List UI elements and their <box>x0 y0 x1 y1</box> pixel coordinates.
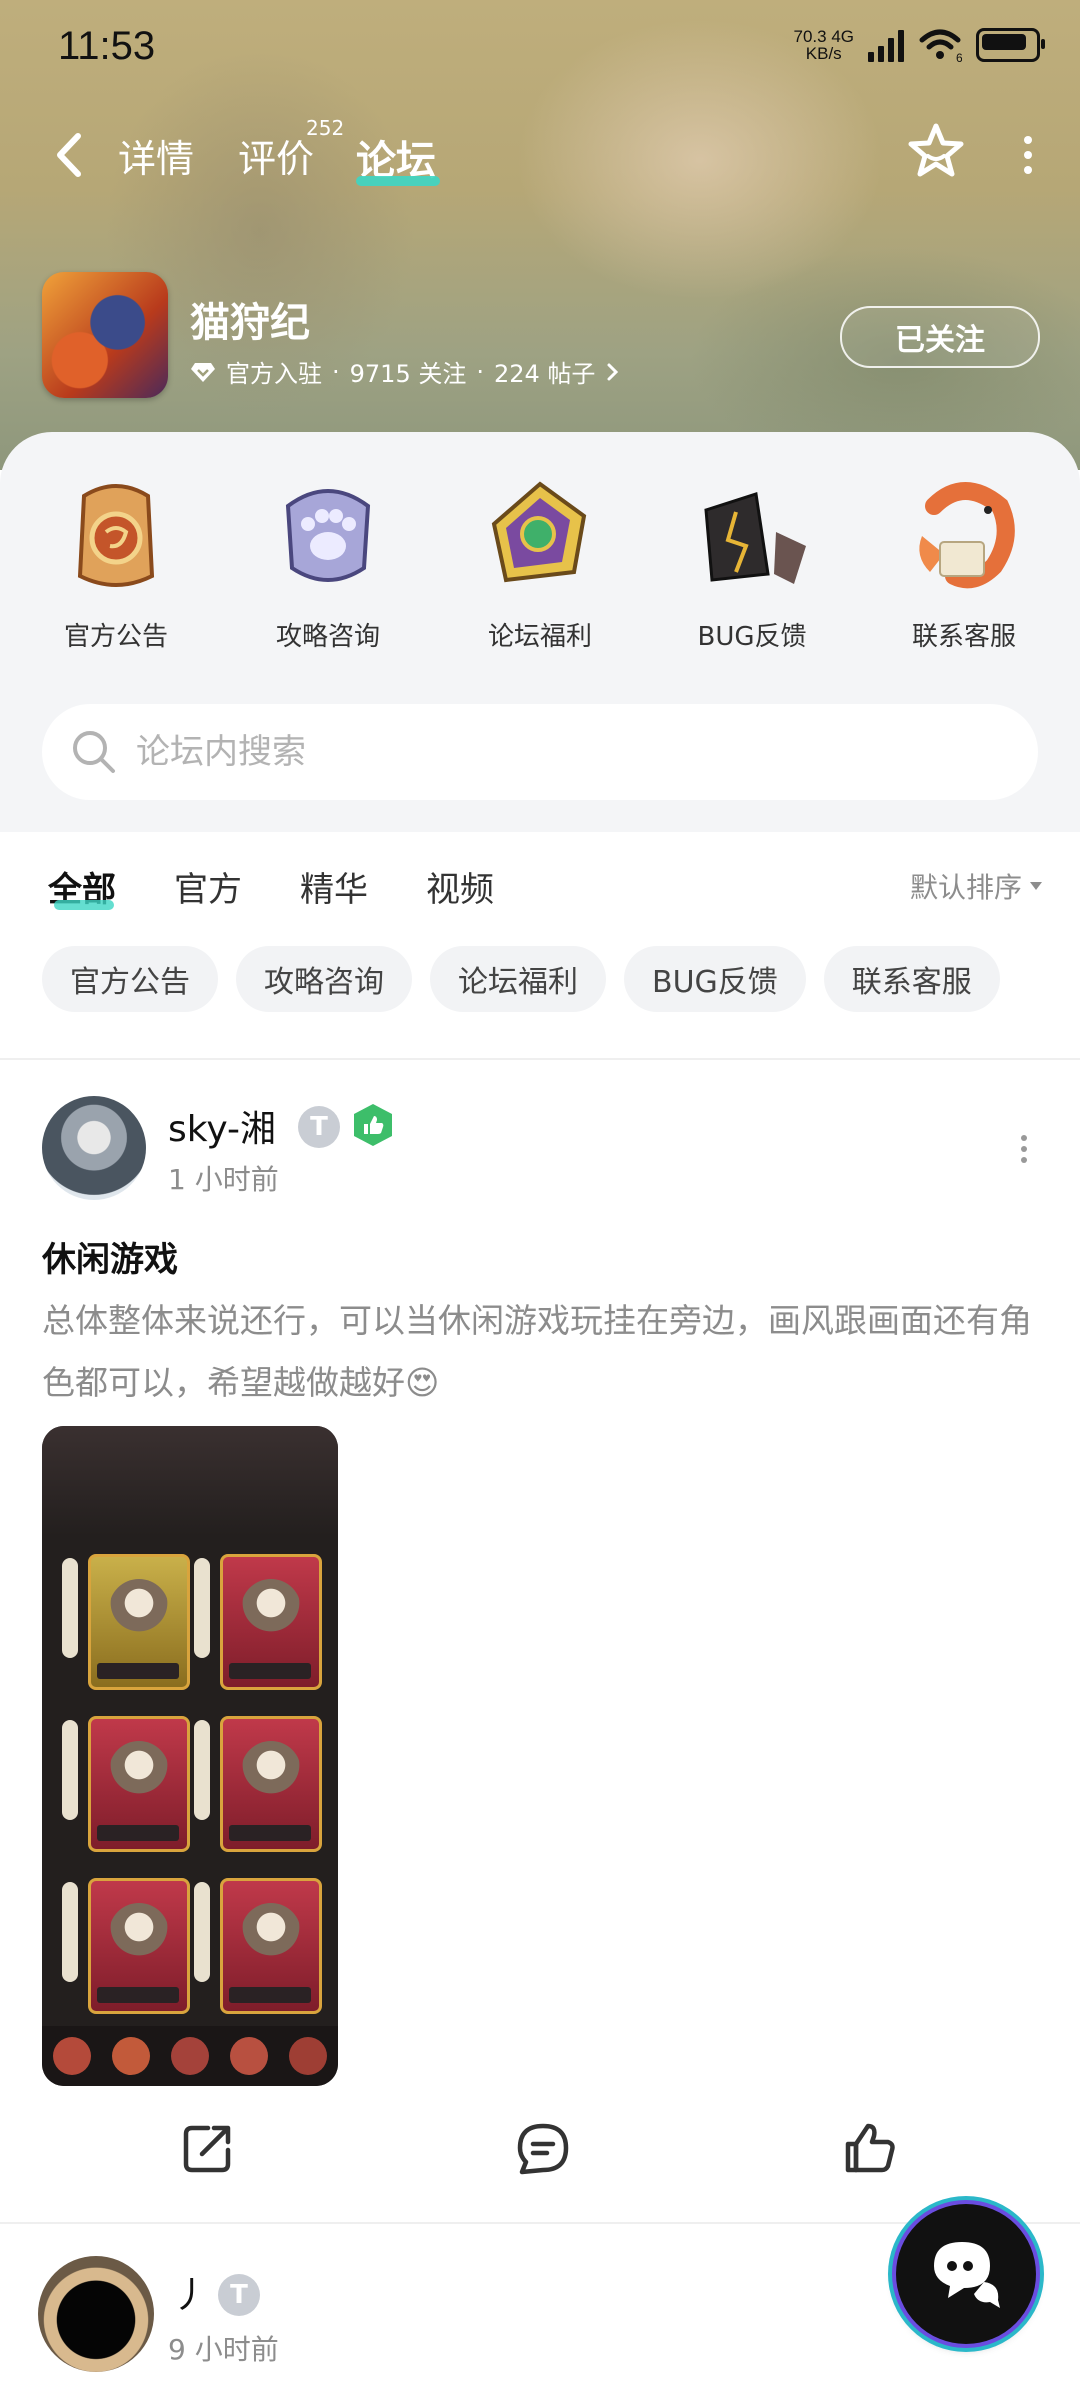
search-bar[interactable] <box>42 704 1038 800</box>
avatar[interactable] <box>38 2256 154 2372</box>
post-username[interactable]: 丿 <box>172 2266 208 2318</box>
category-label: 官方公告 <box>63 622 168 652</box>
post-more-icon[interactable] <box>1016 1134 1032 1164</box>
active-filter-indicator <box>54 900 114 910</box>
category-label: 论坛福利 <box>487 622 592 652</box>
category-announcement[interactable]: 官方公告 <box>21 476 211 653</box>
status-time: 11:53 <box>58 24 156 68</box>
signal-sub-label: 6 <box>956 51 962 62</box>
koi-fish-icon <box>919 482 1015 589</box>
chevron-right-icon <box>607 363 619 380</box>
battery-icon <box>976 28 1045 62</box>
like-icon[interactable] <box>842 2120 900 2178</box>
header-banner: 11:53 70.3 4G KB/s 6 详情 评价 252 论坛 猫狩纪 官方… <box>0 0 1080 470</box>
chip-customer-service[interactable]: 联系客服 <box>823 946 1000 1012</box>
post-body[interactable]: 总体整体来说还行，可以当休闲游戏玩挂在旁边，画风跟画面还有角色都可以，希望越做越… <box>42 1290 1042 1414</box>
divider <box>0 1058 1080 1060</box>
game-card <box>220 1878 322 2014</box>
game-card <box>88 1554 190 1690</box>
chat-bubble-icon <box>934 2242 1000 2308</box>
community-chat-button[interactable] <box>896 2204 1036 2344</box>
chip-strategy[interactable]: 攻略咨询 <box>236 946 412 1012</box>
post-screenshot-image[interactable] <box>42 1426 338 2086</box>
game-card <box>88 1716 190 1852</box>
search-icon <box>73 731 115 773</box>
follow-button[interactable]: 已关注 <box>840 306 1040 368</box>
game-header <box>42 1426 338 1536</box>
meta-separator: · <box>476 357 484 386</box>
game-card <box>88 1878 190 2014</box>
post-time: 1 小时前 <box>168 1163 279 1196</box>
smile-emoji-icon: 😍 <box>405 1363 440 1402</box>
tab-review[interactable]: 评价 <box>238 128 314 183</box>
announcement-icon <box>77 484 155 587</box>
more-options-icon[interactable] <box>1016 130 1040 180</box>
gem-medal-icon <box>491 481 587 583</box>
back-arrow-icon[interactable] <box>50 130 90 180</box>
post-count: 224 帖子 <box>494 360 596 388</box>
category-welfare[interactable]: 论坛福利 <box>445 476 635 653</box>
signal-icon <box>868 28 904 62</box>
app-info: 猫狩纪 官方入驻 · 9715 关注 · 224 帖子 已关注 <box>42 272 1040 402</box>
post-username[interactable]: sky-湘 <box>168 1100 276 1152</box>
post-time: 9 小时前 <box>168 2333 279 2366</box>
app-icon[interactable] <box>42 272 168 398</box>
thumbs-up-badge-icon <box>354 1104 392 1146</box>
status-icons: 70.3 4G KB/s 6 <box>793 27 1045 63</box>
category-bug-feedback[interactable]: BUG反馈 <box>657 476 847 653</box>
app-name: 猫狩纪 <box>190 300 310 346</box>
chip-announcement[interactable]: 官方公告 <box>42 946 218 1012</box>
follow-count: 9715 关注 <box>349 360 467 388</box>
favorite-star-icon[interactable] <box>904 120 968 184</box>
verified-label: 官方入驻 <box>226 360 322 388</box>
top-nav: 详情 评价 252 论坛 <box>50 116 1040 190</box>
app-meta[interactable]: 官方入驻 · 9715 关注 · 224 帖子 <box>190 354 621 389</box>
sort-dropdown[interactable]: 默认排序 <box>910 866 1044 906</box>
category-list: 官方公告 攻略咨询 论坛福利 BUG反馈 联系客服 <box>0 476 1080 653</box>
tab-video[interactable]: 视频 <box>426 862 494 911</box>
comment-icon[interactable] <box>514 2120 572 2178</box>
avatar[interactable] <box>42 1096 146 1200</box>
review-count-badge: 252 <box>306 116 345 140</box>
category-strategy[interactable]: 攻略咨询 <box>233 476 423 653</box>
caret-down-icon <box>1030 882 1042 890</box>
post-title[interactable]: 休闲游戏 <box>42 1232 178 1281</box>
verified-diamond-icon <box>191 362 215 382</box>
cracked-stone-icon <box>704 492 806 584</box>
share-icon[interactable] <box>178 2120 236 2178</box>
post-body-text: 总体整体来说还行，可以当休闲游戏玩挂在旁边，画风跟画面还有角色都可以，希望越做越… <box>42 1301 1032 1402</box>
category-panel: 官方公告 攻略咨询 论坛福利 BUG反馈 联系客服 论坛内搜索 <box>0 432 1080 832</box>
category-label: 联系客服 <box>911 622 1016 652</box>
game-card <box>220 1554 322 1690</box>
paw-badge-icon <box>285 489 371 582</box>
search-input[interactable] <box>134 731 938 773</box>
category-chips: 官方公告 攻略咨询 论坛福利 BUG反馈 联系客服 <box>42 946 1000 1012</box>
meta-separator: · <box>332 357 340 386</box>
category-label: 攻略咨询 <box>275 622 380 652</box>
category-customer-service[interactable]: 联系客服 <box>869 476 1059 653</box>
wifi-icon: 6 <box>919 29 962 62</box>
filter-tabs: 全部 官方 精华 视频 默认排序 <box>48 862 1050 922</box>
level-badge: T <box>218 2274 260 2316</box>
network-speed: 70.3 4G KB/s <box>793 27 854 63</box>
tab-official[interactable]: 官方 <box>174 862 242 911</box>
post-actions <box>0 2120 1080 2190</box>
game-bottom-bar <box>42 2026 338 2086</box>
tab-detail[interactable]: 详情 <box>118 128 194 183</box>
chip-bug-feedback[interactable]: BUG反馈 <box>624 946 806 1012</box>
active-tab-indicator <box>356 176 440 186</box>
game-card <box>220 1716 322 1852</box>
level-badge: T <box>298 1106 340 1148</box>
chip-welfare[interactable]: 论坛福利 <box>430 946 606 1012</box>
sort-label: 默认排序 <box>909 871 1022 904</box>
category-label: BUG反馈 <box>697 622 807 652</box>
tab-essence[interactable]: 精华 <box>300 862 368 911</box>
